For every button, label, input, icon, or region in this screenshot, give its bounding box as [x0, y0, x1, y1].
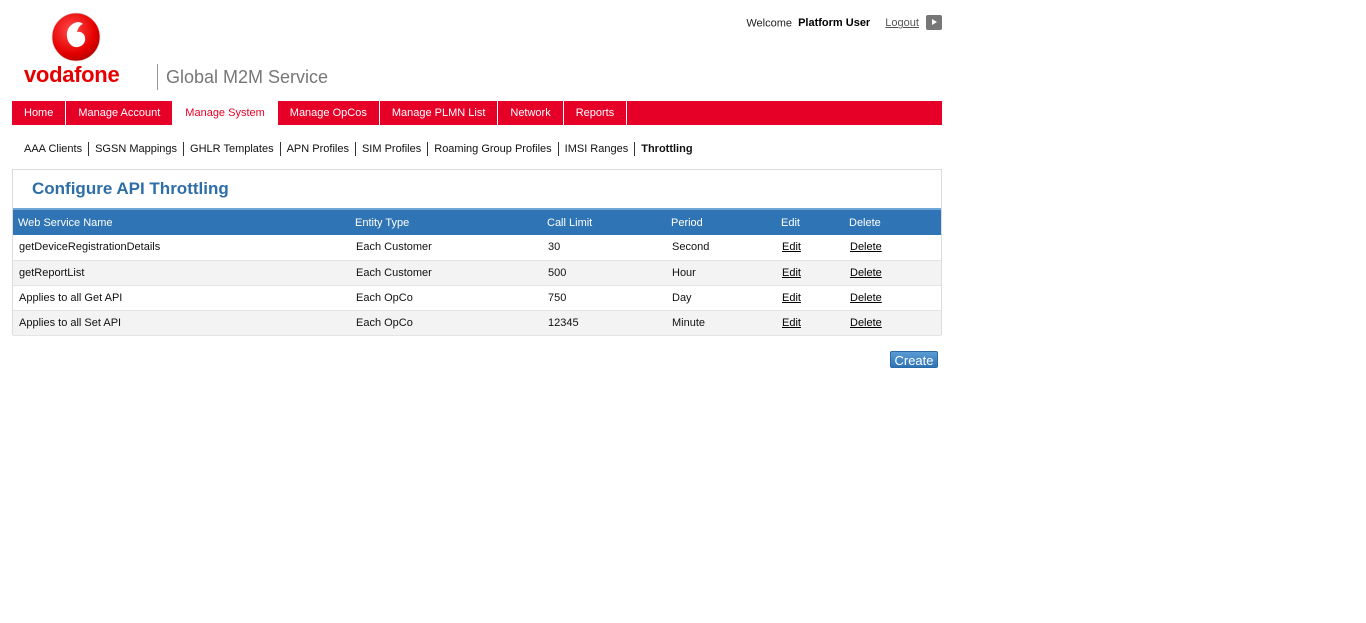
period-cell: Hour	[666, 260, 776, 286]
edit-cell: Edit	[776, 260, 844, 286]
sub-item-throttling[interactable]: Throttling	[635, 142, 698, 156]
nav-item-manage-account[interactable]: Manage Account	[66, 101, 174, 125]
user-name: Platform User	[798, 17, 871, 30]
main-nav: Home Manage Account Manage System Manage…	[12, 101, 942, 125]
sub-item-ghlr-templates[interactable]: GHLR Templates	[184, 142, 281, 156]
vodafone-logo[interactable]: vodafone	[24, 12, 134, 90]
edit-cell: Edit	[776, 310, 844, 336]
delete-cell: Delete	[844, 285, 941, 311]
web-service-name-cell: getDeviceRegistrationDetails	[13, 235, 350, 261]
nav-item-manage-system[interactable]: Manage System	[173, 101, 278, 125]
delete-link[interactable]: Delete	[850, 241, 882, 253]
edit-link[interactable]: Edit	[782, 292, 801, 304]
header-divider	[157, 64, 158, 90]
edit-cell: Edit	[776, 285, 844, 311]
column-header-entity-type[interactable]: Entity Type	[350, 209, 542, 235]
entity-type-cell: Each OpCo	[350, 310, 542, 336]
delete-link[interactable]: Delete	[850, 317, 882, 329]
sub-item-sim-profiles[interactable]: SIM Profiles	[356, 142, 429, 156]
entity-type-cell: Each OpCo	[350, 285, 542, 311]
nav-item-reports[interactable]: Reports	[564, 101, 628, 125]
sub-item-roaming-group-profiles[interactable]: Roaming Group Profiles	[428, 142, 559, 156]
column-header-call-limit[interactable]: Call Limit	[542, 209, 666, 235]
entity-type-cell: Each Customer	[350, 260, 542, 286]
call-limit-cell: 750	[542, 285, 666, 311]
create-button[interactable]: Create	[890, 351, 938, 368]
column-header-delete: Delete	[849, 216, 881, 229]
edit-link[interactable]: Edit	[782, 267, 801, 279]
vodafone-speechmark-icon	[51, 12, 101, 62]
period-cell: Minute	[666, 310, 776, 336]
throttling-table: Web Service Name Entity Type Call Limit …	[13, 208, 941, 336]
nav-item-manage-opcos[interactable]: Manage OpCos	[278, 101, 380, 125]
period-cell: Day	[666, 285, 776, 311]
web-service-name-cell: Applies to all Get API	[13, 285, 350, 311]
table-row: getDeviceRegistrationDetails Each Custom…	[13, 235, 941, 261]
delete-cell: Delete	[844, 310, 941, 336]
edit-link[interactable]: Edit	[782, 317, 801, 329]
edit-link[interactable]: Edit	[782, 241, 801, 253]
call-limit-cell: 12345	[542, 310, 666, 336]
throttling-panel: Configure API Throttling Web Service Nam…	[12, 169, 942, 336]
call-limit-cell: 30	[542, 235, 666, 261]
table-header-row: Web Service Name Entity Type Call Limit …	[13, 209, 941, 235]
period-cell: Second	[666, 235, 776, 261]
table-row: Applies to all Get API Each OpCo 750 Day…	[13, 285, 941, 311]
nav-item-network[interactable]: Network	[498, 101, 564, 125]
service-name: Global M2M Service	[166, 67, 329, 87]
entity-type-cell: Each Customer	[350, 235, 542, 261]
nav-item-manage-plmn-list[interactable]: Manage PLMN List	[380, 101, 499, 125]
call-limit-cell: 500	[542, 260, 666, 286]
table-row: getReportList Each Customer 500 Hour Edi…	[13, 260, 941, 286]
sub-nav: AAA Clients SGSN Mappings GHLR Templates…	[18, 142, 699, 156]
delete-cell: Delete	[844, 260, 941, 286]
logout-arrow-icon[interactable]	[926, 15, 942, 30]
logout-link[interactable]: Logout	[885, 17, 919, 29]
page-title: Configure API Throttling	[32, 179, 229, 198]
edit-cell: Edit	[776, 235, 844, 261]
nav-item-home[interactable]: Home	[12, 101, 67, 125]
page: vodafone Global M2M Service Welcome Plat…	[0, 0, 1366, 623]
sub-item-sgsn-mappings[interactable]: SGSN Mappings	[89, 142, 185, 156]
delete-link[interactable]: Delete	[850, 267, 882, 279]
web-service-name-cell: Applies to all Set API	[13, 310, 350, 336]
column-header-period[interactable]: Period	[666, 209, 776, 235]
sub-item-aaa-clients[interactable]: AAA Clients	[18, 142, 90, 156]
column-header-web-service-name[interactable]: Web Service Name	[13, 209, 350, 235]
web-service-name-cell: getReportList	[13, 260, 350, 286]
table-row: Applies to all Set API Each OpCo 12345 M…	[13, 310, 941, 336]
logo-wordmark: vodafone	[24, 62, 120, 87]
sub-item-imsi-ranges[interactable]: IMSI Ranges	[559, 142, 636, 156]
user-area: Welcome Platform User Logout	[730, 15, 942, 34]
delete-cell: Delete	[844, 235, 941, 261]
delete-link[interactable]: Delete	[850, 292, 882, 304]
welcome-text: Welcome	[746, 17, 793, 30]
column-header-edit: Edit	[781, 216, 800, 229]
sub-item-apn-profiles[interactable]: APN Profiles	[281, 142, 356, 156]
